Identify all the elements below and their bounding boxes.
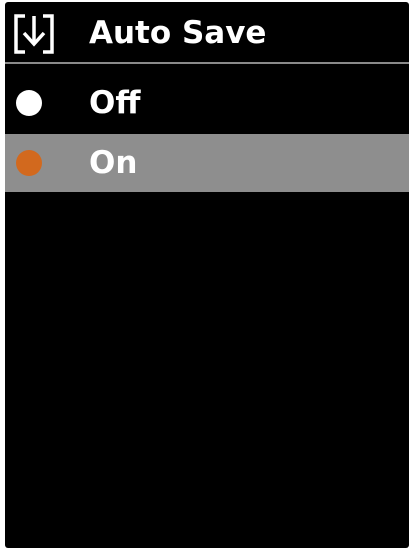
header-divider (5, 62, 409, 64)
option-label-on: On (89, 145, 138, 181)
options-list: Off On (5, 74, 409, 192)
radio-dot-selected-icon (16, 150, 42, 176)
save-download-icon (13, 13, 55, 55)
screen: Auto Save Off On (5, 2, 409, 548)
option-off[interactable]: Off (5, 74, 409, 132)
device-frame: Auto Save Off On (0, 0, 414, 550)
radio-dot-icon (16, 90, 42, 116)
option-label-off: Off (89, 85, 141, 121)
option-on[interactable]: On (5, 134, 409, 192)
page-title: Auto Save (89, 15, 267, 51)
header: Auto Save (5, 2, 409, 62)
